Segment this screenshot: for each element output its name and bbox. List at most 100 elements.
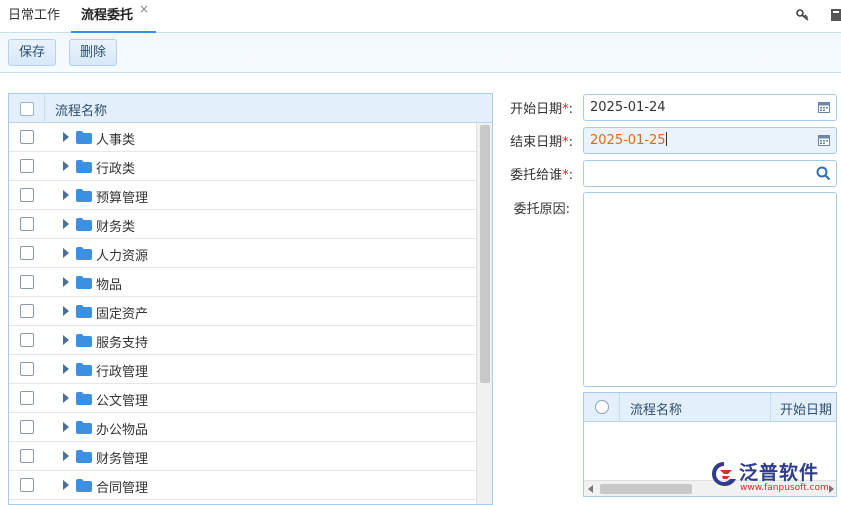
text-cursor: [665, 132, 667, 146]
tree-item-label: 财务管理: [96, 452, 149, 467]
folder-icon: [76, 392, 92, 405]
folder-icon: [76, 247, 92, 260]
tree-rows: 人事类行政类预算管理财务类人力资源物品固定资产服务支持行政管理公文管理办公物品财…: [9, 123, 476, 500]
scrollbar-thumb[interactable]: [600, 484, 692, 494]
tree-row[interactable]: 办公物品: [9, 413, 476, 442]
vertical-scrollbar[interactable]: [476, 123, 492, 504]
expand-arrow-icon[interactable]: [63, 248, 69, 258]
tree-item-label: 公文管理: [96, 394, 149, 409]
expand-arrow-icon[interactable]: [63, 451, 69, 461]
column-header-process-name[interactable]: 流程名称: [630, 399, 682, 418]
tree-row[interactable]: 人事类: [9, 123, 476, 152]
search-icon[interactable]: [816, 166, 831, 181]
toolbar: 保存 删除: [0, 33, 841, 73]
brand-url: www.fanpusoft.com: [740, 483, 829, 493]
end-date-field[interactable]: 2025-01-25: [583, 127, 837, 154]
expand-arrow-icon[interactable]: [63, 364, 69, 374]
tree-item-label: 财务类: [96, 220, 136, 235]
reason-label: 委托原因:: [513, 202, 570, 217]
expand-arrow-icon[interactable]: [63, 132, 69, 142]
expand-arrow-icon[interactable]: [63, 277, 69, 287]
calendar-icon[interactable]: [818, 134, 830, 146]
folder-icon: [76, 276, 92, 289]
tree-item-label: 预算管理: [96, 191, 149, 206]
tree-row[interactable]: 财务管理: [9, 442, 476, 471]
folder-icon: [76, 305, 92, 318]
scroll-left-arrow-icon[interactable]: [588, 485, 593, 493]
tree-item-label: 物品: [96, 278, 123, 293]
calendar-icon[interactable]: [818, 101, 830, 113]
row-checkbox[interactable]: [20, 159, 34, 173]
brand-logo-icon: [712, 462, 736, 486]
row-checkbox[interactable]: [20, 188, 34, 202]
folder-icon: [76, 450, 92, 463]
tree-row[interactable]: 人力资源: [9, 239, 476, 268]
column-header-process-name[interactable]: 流程名称: [55, 100, 107, 119]
expand-arrow-icon[interactable]: [63, 335, 69, 345]
tree-row[interactable]: 财务类: [9, 210, 476, 239]
tree-item-label: 办公物品: [96, 423, 149, 438]
tree-item-label: 固定资产: [96, 307, 149, 322]
tree-row[interactable]: 物品: [9, 268, 476, 297]
tree-item-label: 行政类: [96, 162, 136, 177]
brand-name: 泛普软件: [739, 462, 820, 484]
expand-arrow-icon[interactable]: [63, 161, 69, 171]
tree-item-label: 合同管理: [96, 481, 149, 496]
header-divider: [619, 393, 620, 422]
expand-arrow-icon[interactable]: [63, 422, 69, 432]
tree-row[interactable]: 公文管理: [9, 384, 476, 413]
expand-arrow-icon[interactable]: [63, 480, 69, 490]
book-icon[interactable]: [830, 8, 841, 26]
tree-row[interactable]: 预算管理: [9, 181, 476, 210]
start-date-field[interactable]: 2025-01-24: [583, 94, 837, 121]
header-divider: [44, 94, 45, 123]
folder-icon: [76, 218, 92, 231]
folder-icon: [76, 131, 92, 144]
header-divider: [770, 393, 771, 422]
row-checkbox[interactable]: [20, 304, 34, 318]
tree-item-label: 人力资源: [96, 249, 149, 264]
process-tree-grid: 流程名称 人事类行政类预算管理财务类人力资源物品固定资产服务支持行政管理公文管理…: [8, 93, 493, 505]
row-checkbox[interactable]: [20, 449, 34, 463]
key-icon[interactable]: [796, 8, 810, 26]
row-checkbox[interactable]: [20, 246, 34, 260]
folder-icon: [76, 479, 92, 492]
row-checkbox[interactable]: [20, 391, 34, 405]
row-checkbox[interactable]: [20, 333, 34, 347]
tree-item-label: 人事类: [96, 133, 136, 148]
tree-row[interactable]: 服务支持: [9, 326, 476, 355]
end-date-label: 结束日期*:: [510, 135, 573, 150]
row-checkbox[interactable]: [20, 275, 34, 289]
folder-icon: [76, 160, 92, 173]
select-all-checkbox[interactable]: [20, 102, 34, 116]
expand-arrow-icon[interactable]: [63, 393, 69, 403]
expand-arrow-icon[interactable]: [63, 219, 69, 229]
expand-arrow-icon[interactable]: [63, 190, 69, 200]
tree-item-label: 行政管理: [96, 365, 149, 380]
select-radio[interactable]: [595, 400, 609, 414]
tab-bar: 日常工作 流程委托 ×: [0, 0, 841, 33]
delegate-label: 委托给谁*:: [510, 168, 573, 183]
start-date-label: 开始日期*:: [510, 102, 573, 117]
row-checkbox[interactable]: [20, 420, 34, 434]
watermark-logo: 泛普软件 www.fanpusoft.com: [710, 458, 835, 498]
tree-row[interactable]: 行政管理: [9, 355, 476, 384]
row-checkbox[interactable]: [20, 362, 34, 376]
column-header-start-date[interactable]: 开始日期: [780, 399, 832, 418]
close-icon[interactable]: ×: [139, 2, 149, 16]
scrollbar-thumb[interactable]: [480, 125, 490, 383]
tree-row[interactable]: 合同管理: [9, 471, 476, 500]
delete-button[interactable]: 删除: [69, 39, 117, 66]
row-checkbox[interactable]: [20, 478, 34, 492]
folder-icon: [76, 421, 92, 434]
tree-row[interactable]: 行政类: [9, 152, 476, 181]
row-checkbox[interactable]: [20, 130, 34, 144]
tab-daily-work[interactable]: 日常工作: [8, 0, 60, 33]
tree-row[interactable]: 固定资产: [9, 297, 476, 326]
row-checkbox[interactable]: [20, 217, 34, 231]
folder-icon: [76, 363, 92, 376]
save-button[interactable]: 保存: [8, 39, 56, 66]
reason-textarea[interactable]: [583, 192, 837, 387]
expand-arrow-icon[interactable]: [63, 306, 69, 316]
delegate-field[interactable]: [583, 160, 837, 187]
